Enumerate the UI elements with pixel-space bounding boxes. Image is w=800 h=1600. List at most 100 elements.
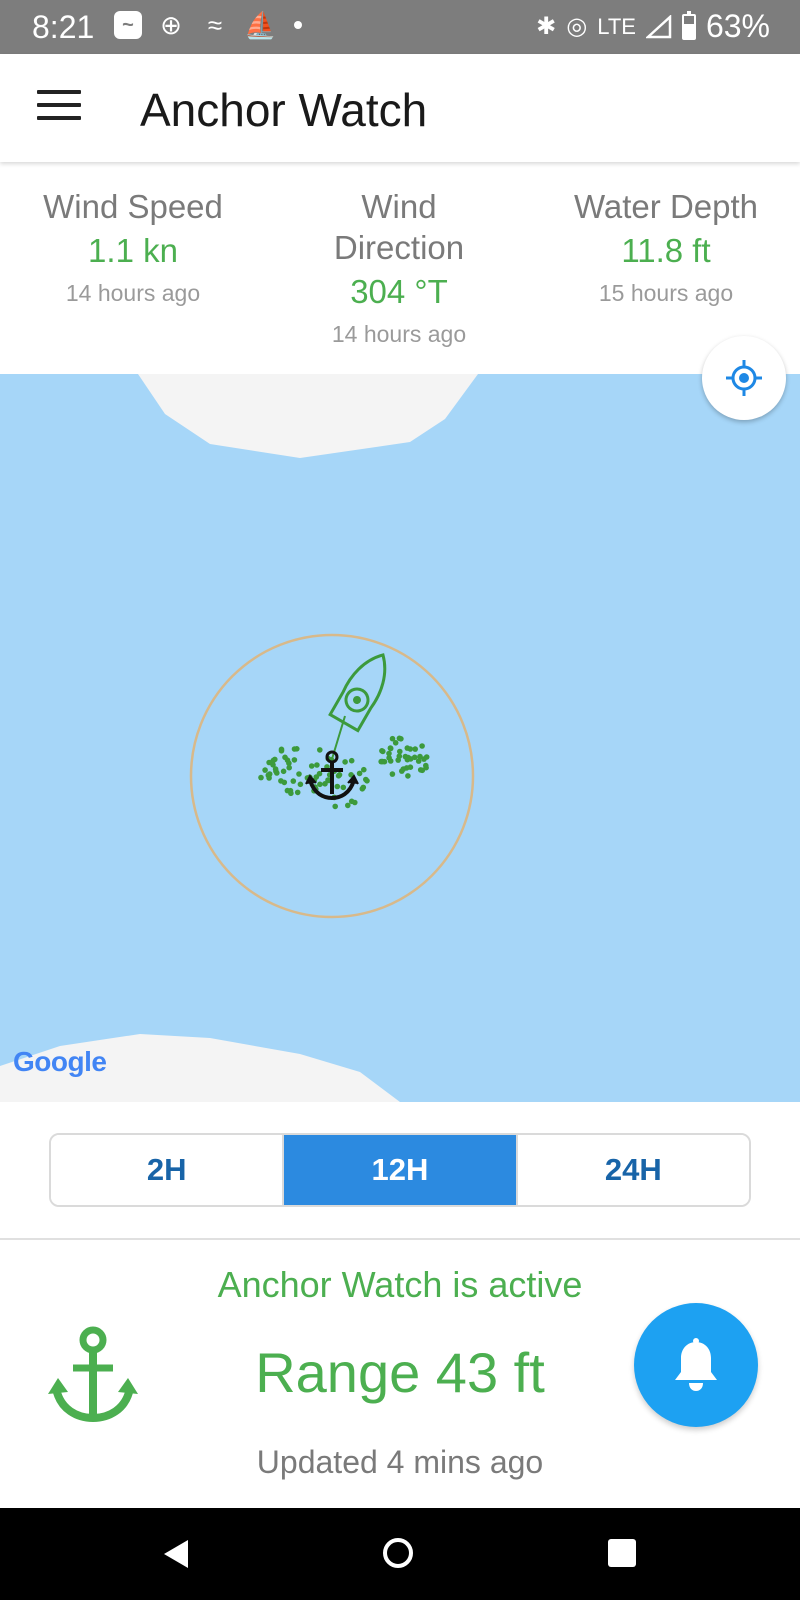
track-point (322, 781, 328, 787)
track-point (270, 762, 276, 768)
recents-icon[interactable] (608, 1539, 636, 1567)
track-point (378, 758, 385, 765)
stat-label: Wind Direction (333, 188, 465, 266)
stat-label: Wind Speed (43, 188, 223, 225)
track-point (336, 772, 343, 778)
google-logo: Google (13, 1046, 107, 1078)
track-point (400, 766, 407, 772)
range-value: Range 43 ft (255, 1341, 545, 1404)
track-point (392, 740, 399, 746)
track-point (308, 763, 315, 769)
track-point (342, 759, 348, 765)
home-icon[interactable] (383, 1538, 413, 1568)
track-point (412, 746, 419, 752)
attribution-text: Google (13, 1046, 107, 1077)
track-point (297, 781, 304, 788)
range-24h-button[interactable]: 24H (515, 1135, 749, 1205)
wind-direction-stat: Wind Direction 304 °T 14 hours ago (266, 186, 532, 353)
track-point (423, 762, 429, 769)
wind-speed-stat: Wind Speed 1.1 kn 14 hours ago (0, 186, 266, 312)
track-point (360, 784, 367, 791)
track-point (291, 746, 298, 752)
map-view[interactable]: Google (0, 374, 800, 1102)
anchor-icon (48, 1326, 138, 1423)
stat-label: Water Depth (573, 188, 758, 225)
boat-icon (328, 653, 387, 733)
track-point (397, 748, 403, 755)
track-point (272, 756, 278, 763)
track-point (345, 802, 351, 809)
track-point (280, 768, 287, 775)
range-2h-button[interactable]: 2H (51, 1135, 283, 1205)
track-point (273, 768, 279, 774)
position-track (258, 735, 430, 810)
track-point (404, 745, 411, 751)
track-point (334, 783, 341, 790)
track-point (278, 746, 285, 753)
app-bar: Anchor Watch (0, 54, 800, 162)
signal-icon (645, 14, 672, 38)
track-point (387, 758, 394, 764)
track-point (282, 754, 288, 761)
conditions-panel: Wind Speed 1.1 kn 14 hours ago Wind Dire… (0, 162, 800, 374)
stat-value: 304 °T (350, 273, 448, 310)
track-point (386, 750, 392, 757)
track-point (379, 748, 385, 754)
track-point (356, 770, 363, 777)
stat-age: 14 hours ago (65, 280, 201, 306)
watch-status-text: Anchor Watch is active (217, 1264, 583, 1305)
track-point (317, 747, 323, 753)
track-point (395, 757, 402, 763)
menu-icon[interactable] (37, 90, 81, 126)
range-12h-button[interactable]: 12H (282, 1135, 516, 1205)
track-point (281, 779, 288, 786)
track-point (421, 756, 427, 762)
track-point (389, 771, 396, 777)
track-point (402, 753, 409, 760)
time-range-selector: 2H 12H 24H (49, 1133, 751, 1207)
track-point (361, 766, 367, 773)
track-point (317, 781, 323, 788)
track-point (352, 799, 358, 806)
updated-text: Updated 4 mins ago (256, 1444, 544, 1480)
track-point (286, 764, 293, 771)
divider (0, 1238, 800, 1240)
track-point (296, 771, 302, 777)
crosshair-icon (726, 360, 762, 396)
network-type: LTE (597, 13, 636, 39)
more-notifications-icon (294, 21, 302, 29)
track-point (398, 736, 404, 742)
track-point (419, 767, 426, 774)
battery-icon (681, 10, 696, 40)
stat-value: 11.8 ft (621, 232, 711, 269)
page-title: Anchor Watch (140, 84, 428, 136)
water-depth-stat: Water Depth 11.8 ft 15 hours ago (533, 186, 799, 312)
notification-icons: ~ ⊕ ≈ ⛵ (114, 11, 302, 39)
track-point (363, 776, 369, 783)
status-time: 8:21 (32, 9, 95, 45)
stat-value: 1.1 kn (88, 232, 178, 269)
track-point (262, 767, 268, 773)
status-bar: 8:21 ~ ⊕ ≈ ⛵ ✱ ◎ LTE 63% (0, 0, 800, 54)
land-area-north (138, 374, 478, 458)
track-point (415, 758, 422, 764)
battery-percent: 63% (705, 8, 770, 44)
marine-icon: ⛵ (244, 10, 277, 40)
navigation-bar (0, 1508, 800, 1600)
track-point (258, 774, 264, 781)
my-location-button[interactable] (702, 336, 786, 420)
bell-icon (675, 1338, 717, 1391)
antenna-icon: ≈ (207, 10, 223, 40)
track-point (314, 762, 320, 768)
alarm-button[interactable] (634, 1303, 758, 1427)
track-point (387, 745, 394, 751)
track-point (407, 764, 414, 770)
stat-age: 14 hours ago (331, 321, 467, 347)
track-point (405, 773, 411, 779)
track-point (288, 790, 294, 797)
track-point (332, 803, 339, 810)
bluetooth-icon: ✱ (536, 13, 557, 40)
track-point (290, 778, 297, 784)
track-point (294, 789, 301, 796)
back-icon[interactable] (162, 1538, 190, 1570)
